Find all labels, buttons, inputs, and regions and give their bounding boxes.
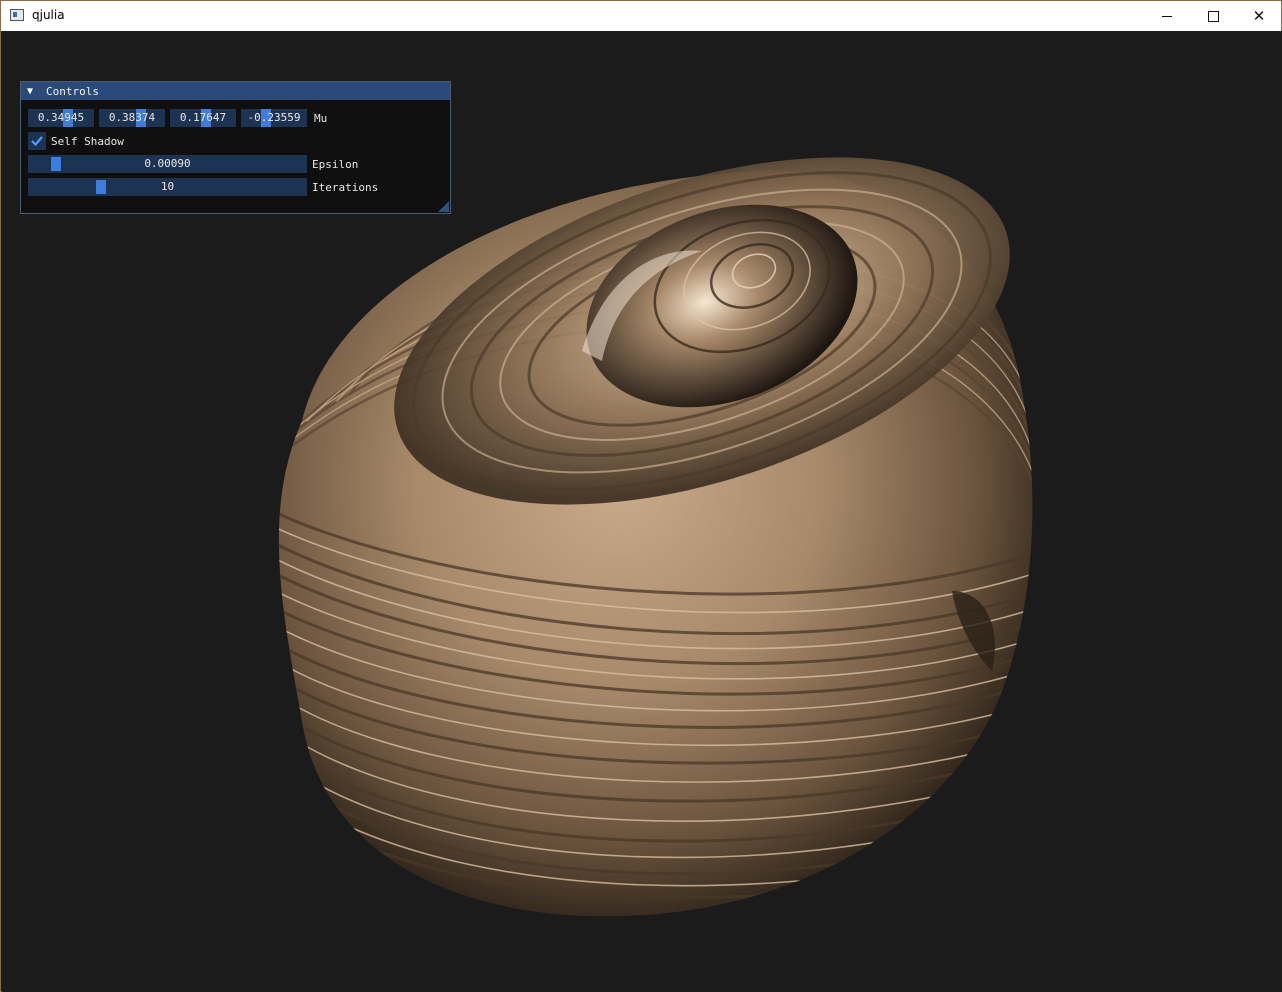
- mu-x-value: 0.34945: [37, 111, 85, 124]
- iterations-value: 10: [160, 180, 175, 193]
- mu-z-field[interactable]: 0.17647: [170, 109, 236, 127]
- iterations-row: 10 Iterations: [28, 178, 378, 196]
- mu-label: Mu: [314, 111, 328, 125]
- iterations-slider[interactable]: 10: [28, 178, 307, 196]
- epsilon-row: 0.00090 Epsilon: [28, 155, 358, 173]
- mu-w-value: -0.23559: [247, 111, 301, 124]
- mu-z-value: 0.17647: [179, 111, 227, 124]
- close-icon: ✕: [1252, 7, 1266, 25]
- render-viewport[interactable]: ▼ Controls 0.34945 0.38374 0.17647 -0.23…: [2, 31, 1282, 992]
- mu-y-value: 0.38374: [108, 111, 156, 124]
- iterations-label: Iterations: [312, 180, 379, 194]
- resize-grip[interactable]: [438, 201, 449, 212]
- minimize-icon: [1162, 15, 1172, 17]
- checkmark-icon: [31, 136, 43, 147]
- iterations-grab[interactable]: [96, 180, 106, 194]
- controls-panel: ▼ Controls 0.34945 0.38374 0.17647 -0.23…: [20, 81, 451, 214]
- app-window: qjulia ✕ ▼ Controls 0.34945 0.38374 0.17…: [0, 0, 1282, 992]
- maximize-button[interactable]: [1190, 1, 1236, 31]
- controls-header[interactable]: ▼ Controls: [21, 82, 450, 100]
- epsilon-value: 0.00090: [144, 157, 191, 170]
- mu-w-field[interactable]: -0.23559: [241, 109, 307, 127]
- mu-x-field[interactable]: 0.34945: [28, 109, 94, 127]
- epsilon-slider[interactable]: 0.00090: [28, 155, 307, 173]
- self-shadow-label: Self Shadow: [51, 134, 124, 148]
- app-icon: [10, 9, 24, 21]
- minimize-button[interactable]: [1144, 1, 1190, 31]
- close-button[interactable]: ✕: [1236, 1, 1282, 31]
- self-shadow-row: Self Shadow: [28, 132, 124, 150]
- maximize-icon: [1207, 10, 1219, 22]
- epsilon-label: Epsilon: [312, 157, 359, 171]
- title-bar[interactable]: qjulia ✕: [1, 1, 1281, 31]
- triangle-down-icon[interactable]: ▼: [27, 86, 41, 97]
- epsilon-grab[interactable]: [51, 157, 61, 171]
- mu-row: 0.34945 0.38374 0.17647 -0.23559 Mu: [28, 109, 327, 127]
- window-title: qjulia: [32, 8, 65, 22]
- self-shadow-checkbox[interactable]: [28, 132, 46, 150]
- controls-title: Controls: [46, 84, 99, 98]
- mu-y-field[interactable]: 0.38374: [99, 109, 165, 127]
